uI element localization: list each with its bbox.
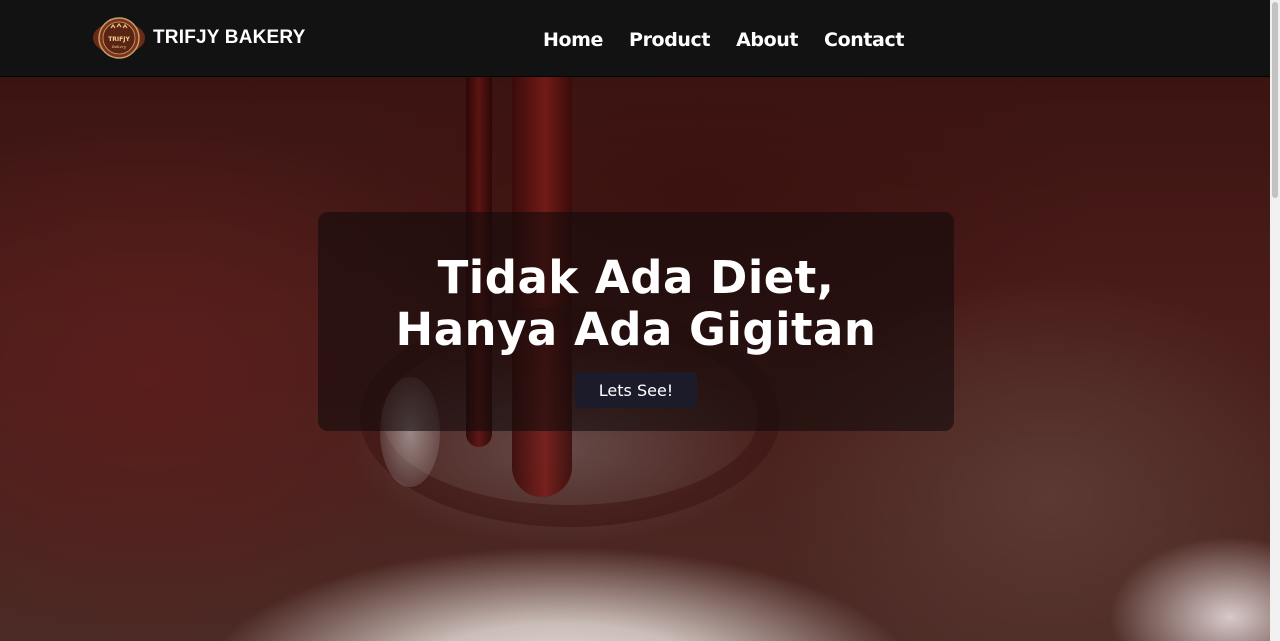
logo-subtext: Bakery <box>111 44 127 49</box>
navbar: TRIFJY Bakery TRIFJY BAKERY Home Product… <box>0 0 1270 77</box>
page-scrollbar[interactable] <box>1270 0 1280 641</box>
brand-name: TRIFJY BAKERY <box>153 27 306 48</box>
scrollbar-thumb[interactable] <box>1272 2 1278 198</box>
lets-see-button[interactable]: Lets See! <box>575 372 697 408</box>
hero-title: Tidak Ada Diet, Hanya Ada Gigitan <box>318 212 954 356</box>
hero-title-line-2: Hanya Ada Gigitan <box>395 303 877 356</box>
main-nav: Home Product About Contact <box>530 26 917 54</box>
hero-card: Tidak Ada Diet, Hanya Ada Gigitan Lets S… <box>318 212 954 431</box>
logo-text: TRIFJY <box>108 36 130 43</box>
page: TRIFJY Bakery TRIFJY BAKERY Home Product… <box>0 0 1280 641</box>
brand-link[interactable]: TRIFJY Bakery TRIFJY BAKERY <box>92 14 306 62</box>
nav-contact[interactable]: Contact <box>811 26 917 54</box>
nav-home[interactable]: Home <box>530 26 616 54</box>
nav-product[interactable]: Product <box>616 26 723 54</box>
bakery-logo-icon: TRIFJY Bakery <box>93 17 145 59</box>
hero-title-line-1: Tidak Ada Diet, <box>437 251 835 304</box>
nav-about[interactable]: About <box>723 26 811 54</box>
